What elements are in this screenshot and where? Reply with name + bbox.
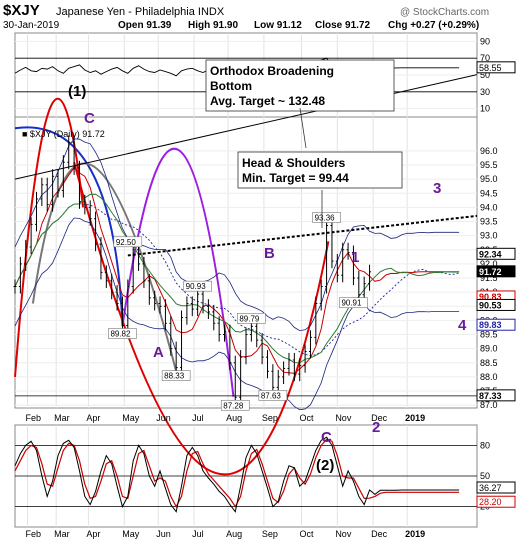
price-y-tick-label: 94.5 (480, 188, 498, 198)
month-tick-label: 2019 (405, 529, 425, 539)
wave-label: 2 (372, 419, 380, 436)
price-point-label: 87.63 (261, 391, 282, 400)
price-y-tick-label: 88.0 (480, 372, 498, 382)
price-y-tick-label: 89.5 (480, 330, 498, 340)
month-tick-label: Aug (226, 413, 242, 423)
rsi-y-tick-label: 30 (480, 87, 490, 97)
chart-subtitle: Japanese Yen - Philadelphia INDX (56, 6, 225, 18)
price-y-tick-label: 93.5 (480, 217, 498, 227)
price-y-tick-label: 87.0 (480, 400, 498, 410)
month-tick-label: Feb (26, 413, 42, 423)
month-tick-label: Feb (26, 529, 42, 539)
header-low: Low 91.12 (254, 20, 302, 31)
rsi-y-tick-label: 90 (480, 36, 490, 46)
price-y-tick-label: 94.0 (480, 202, 498, 212)
price-value-label: 89.83 (479, 320, 502, 330)
stoch-value-label: 36.27 (479, 483, 502, 493)
price-y-tick-label: 93.0 (480, 231, 498, 241)
price-value-label: 91.72 (479, 267, 502, 277)
price-y-tick-label: 89.0 (480, 344, 498, 354)
month-tick-label: Jul (192, 529, 204, 539)
price-y-tick-label: 95.0 (480, 174, 498, 184)
stock-chart: $XJY Japanese Yen - Philadelphia INDX @ … (3, 2, 516, 539)
wave-degree-label: (1) (68, 83, 86, 100)
month-tick-label: Mar (54, 529, 70, 539)
month-tick-label: Aug (226, 529, 242, 539)
price-value-label: 92.34 (479, 249, 502, 259)
header-close: Close 91.72 (315, 20, 370, 31)
hs-callout-line: Head & Shoulders (242, 156, 346, 170)
month-tick-label: Nov (335, 413, 352, 423)
wave-label: C (321, 429, 332, 446)
header-chg: Chg +0.27 (+0.29%) (388, 20, 479, 31)
orthodox-callout-line: Avg. Target ~ 132.48 (210, 94, 325, 108)
header-date: 30-Jan-2019 (3, 20, 60, 31)
wave-degree-label: (2) (316, 457, 334, 474)
stoch-value-label: 28.20 (479, 497, 502, 507)
price-point-label: 89.79 (239, 314, 260, 323)
price-value-label: 90.53 (479, 300, 502, 310)
wave-label: B (264, 245, 275, 262)
price-y-tick-label: 88.5 (480, 358, 498, 368)
month-tick-label: Dec (371, 529, 388, 539)
price-y-tick-label: 95.5 (480, 160, 498, 170)
month-tick-label: Mar (54, 413, 70, 423)
header-open: Open 91.39 (118, 20, 172, 31)
price-point-label: 89.82 (110, 330, 131, 339)
month-tick-label: Apr (86, 529, 100, 539)
price-point-label: 92.50 (116, 238, 137, 247)
orthodox-callout-line: Orthodox Broadening (210, 64, 334, 78)
hs-callout-line: Min. Target = 99.44 (242, 171, 349, 185)
month-tick-label: Oct (300, 529, 315, 539)
rsi-y-tick-label: 10 (480, 104, 490, 114)
header-high: High 91.90 (188, 20, 238, 31)
wave-label: 1 (351, 249, 359, 266)
price-value-label: 87.33 (479, 391, 502, 401)
price-point-label: 90.91 (341, 299, 362, 308)
month-tick-label: Jun (156, 413, 171, 423)
rsi-value-label: 58.55 (479, 63, 502, 73)
price-point-label: 88.33 (164, 372, 185, 381)
price-legend: ■ $XJY (Daily) 91.72 (22, 129, 105, 139)
month-tick-label: Oct (300, 413, 315, 423)
price-y-tick-label: 96.0 (480, 146, 498, 156)
price-point-label: 90.93 (186, 282, 207, 291)
wave-label: A (153, 344, 164, 361)
month-tick-label: Jun (156, 529, 171, 539)
month-tick-label: Jul (192, 413, 204, 423)
chart-root: $XJY Japanese Yen - Philadelphia INDX @ … (0, 0, 520, 540)
price-point-label: 93.36 (315, 213, 336, 222)
wave-label: 3 (433, 180, 441, 197)
stoch-y-tick-label: 50 (480, 471, 490, 481)
month-tick-label: Sep (262, 413, 278, 423)
month-tick-label: May (122, 413, 140, 423)
month-tick-label: May (122, 529, 140, 539)
chart-title: $XJY (3, 2, 40, 19)
watermark: @ StockCharts.com (400, 7, 489, 18)
orthodox-callout-line: Bottom (210, 79, 252, 93)
month-tick-label: 2019 (405, 413, 425, 423)
stoch-y-tick-label: 80 (480, 440, 490, 450)
wave-label: C (84, 110, 95, 127)
month-tick-label: Nov (335, 529, 352, 539)
month-tick-label: Apr (86, 413, 100, 423)
month-tick-label: Sep (262, 529, 278, 539)
wave-label: 4 (458, 317, 467, 334)
price-point-label: 87.28 (223, 401, 244, 410)
